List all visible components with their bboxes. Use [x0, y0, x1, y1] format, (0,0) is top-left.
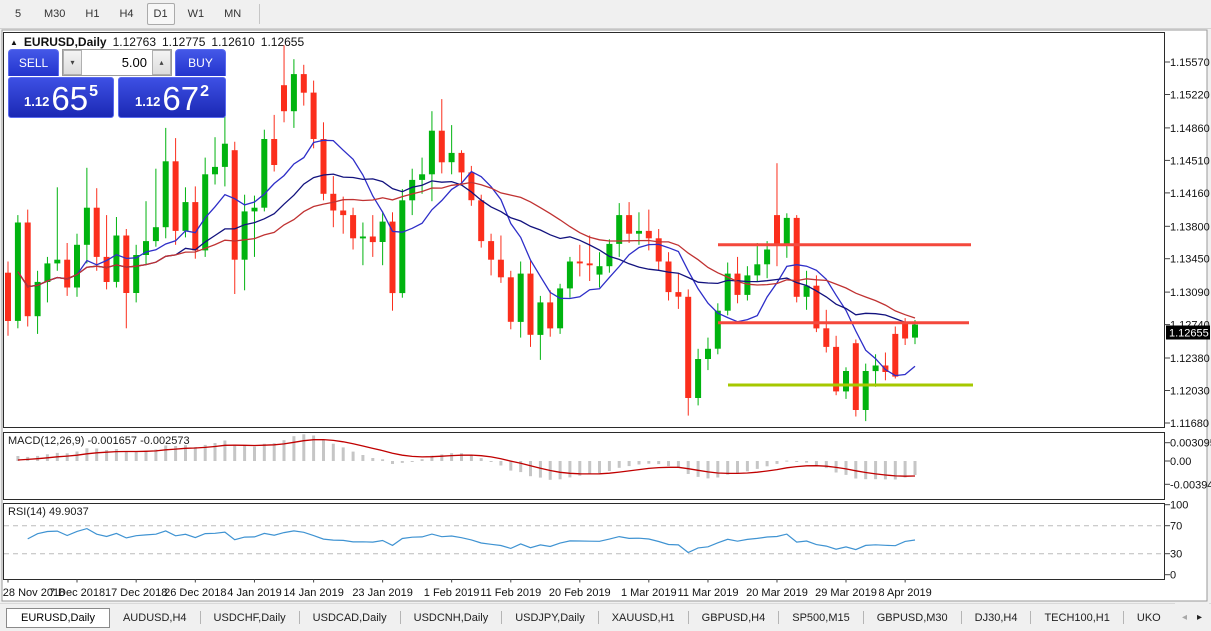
- current-price-label: 1.12655: [1169, 328, 1209, 340]
- rsi-axis-tick-label: 0: [1170, 570, 1176, 582]
- tabs-scroll-left-button[interactable]: ◂: [1177, 612, 1192, 623]
- price-axis-tick-label: 1.13800: [1170, 221, 1210, 233]
- candle: [507, 270, 514, 330]
- date-axis-label: 11 Feb 2019: [480, 587, 541, 599]
- rsi-indicator-label: RSI(14) 49.9037: [8, 506, 89, 518]
- date-axis-label: 4 Jan 2019: [227, 587, 281, 599]
- candle: [24, 209, 31, 327]
- macd-axis-tick-label: 0.00: [1170, 456, 1191, 468]
- chart-symbol-label: EURUSD,Daily: [23, 35, 107, 49]
- buy-button[interactable]: BUY: [175, 49, 226, 76]
- macd-axis-tick-label: 0.003095: [1170, 438, 1211, 450]
- collapse-icon[interactable]: ▲: [10, 38, 18, 47]
- price-axis-tick-label: 1.14160: [1170, 188, 1210, 200]
- buy-price-big: 67: [162, 80, 200, 117]
- price-axis-tick-label: 1.12030: [1170, 386, 1210, 398]
- candle: [478, 194, 485, 248]
- rsi-axis-tick-label: 70: [1170, 521, 1182, 533]
- tabs-scroll-right-button[interactable]: ▸: [1192, 612, 1207, 623]
- date-axis-label: 14 Jan 2019: [283, 587, 344, 599]
- rsi-axis-tick-label: 30: [1170, 549, 1182, 561]
- tab-scroll-arrows: ◂ ▸: [1175, 603, 1209, 631]
- macd-indicator-label: MACD(12,26,9) -0.001657 -0.002573: [8, 435, 190, 447]
- candle: [892, 326, 899, 379]
- chart-title: ▲ EURUSD,Daily 1.12763 1.12775 1.12610 1…: [10, 35, 304, 49]
- date-axis-label: 8 Apr 2019: [878, 587, 931, 599]
- ohlc-high: 1.12775: [162, 35, 206, 49]
- rsi-axis-tick-label: 100: [1170, 500, 1188, 512]
- date-axis-label: 17 Dec 2018: [105, 587, 167, 599]
- date-axis-label: 26 Dec 2018: [164, 587, 226, 599]
- date-axis-label: 23 Jan 2019: [352, 587, 413, 599]
- date-axis-label: 11 Mar 2019: [678, 587, 739, 599]
- buy-price-sup: 2: [200, 83, 209, 100]
- date-axis-label: 20 Mar 2019: [746, 587, 808, 599]
- sell-price-big: 65: [51, 80, 89, 117]
- ohlc-low: 1.12610: [211, 35, 255, 49]
- candle: [557, 283, 564, 334]
- mt4-window: 5 M30 H1 H4 D1 W1 MN 1.15570 1.15220 1.14860 1.14…: [0, 0, 1211, 631]
- date-axis-label: 1 Mar 2019: [621, 587, 677, 599]
- macd-axis-tick-label: -0.003947: [1170, 479, 1211, 491]
- candle: [261, 129, 268, 212]
- price-axis-tick-label: 1.13090: [1170, 287, 1210, 299]
- candle: [685, 289, 692, 416]
- sell-price-sup: 5: [89, 83, 98, 100]
- price-axis-tick-label: 1.11680: [1170, 418, 1209, 430]
- sell-button[interactable]: SELL: [8, 49, 59, 76]
- date-axis-label: 20 Feb 2019: [549, 587, 611, 599]
- sell-price-prefix: 1.12: [24, 94, 50, 109]
- volume-decrease-button[interactable]: ▾: [63, 50, 82, 75]
- price-axis-tick-label: 1.15570: [1170, 57, 1210, 69]
- buy-price-prefix: 1.12: [135, 94, 161, 109]
- date-axis-label: 7 Dec 2018: [49, 587, 105, 599]
- candle: [399, 189, 406, 298]
- price-axis-tick-label: 1.13450: [1170, 254, 1210, 266]
- ohlc-close: 1.12655: [260, 35, 305, 49]
- ohlc-open: 1.12763: [112, 35, 156, 49]
- candle: [852, 339, 859, 417]
- price-axis-tick-label: 1.14860: [1170, 123, 1210, 135]
- date-axis-label: 29 Mar 2019: [815, 587, 877, 599]
- volume-increase-button[interactable]: ▴: [152, 50, 171, 75]
- date-axis-label: 1 Feb 2019: [424, 587, 480, 599]
- volume-stepper: ▾ ▴: [62, 49, 172, 76]
- price-axis-tick-label: 1.15220: [1170, 90, 1210, 102]
- price-axis-tick-label: 1.14510: [1170, 155, 1210, 167]
- buy-price-display[interactable]: 1.12 67 2: [118, 77, 226, 118]
- one-click-trading-panel: SELL ▾ ▴ BUY 1.12 65 5 1.12 67 2: [8, 49, 226, 118]
- sell-price-display[interactable]: 1.12 65 5: [8, 77, 114, 118]
- candle: [793, 215, 800, 303]
- volume-input[interactable]: [82, 50, 152, 75]
- price-axis-tick-label: 1.12380: [1170, 353, 1210, 365]
